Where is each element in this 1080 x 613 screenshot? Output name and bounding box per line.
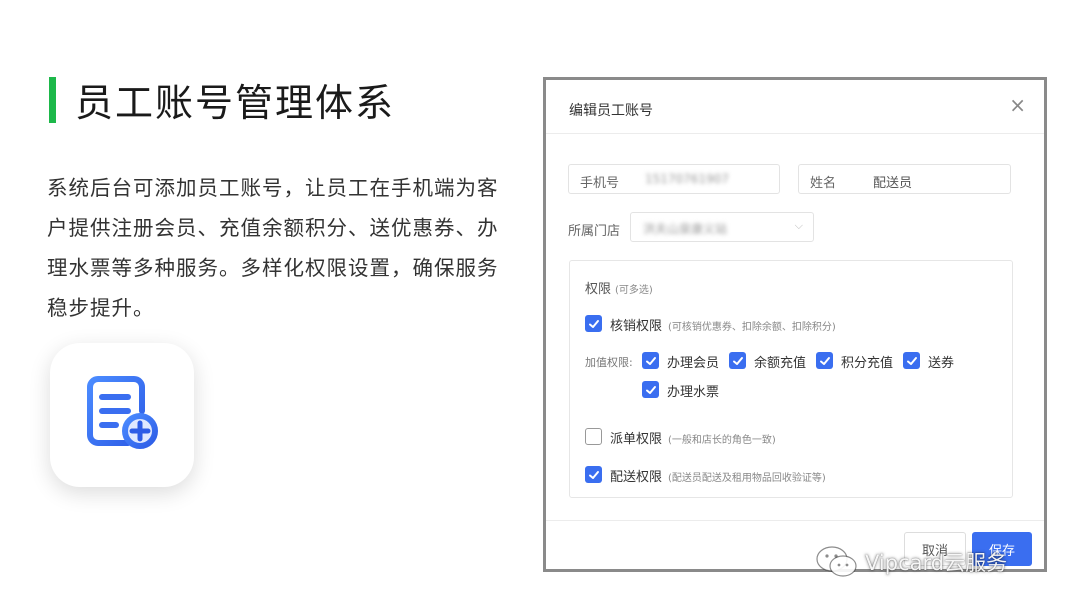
send-coupon-label: 送券 <box>928 356 955 371</box>
delivery-checkbox[interactable] <box>585 466 602 483</box>
check-icon <box>645 356 656 365</box>
watermark: Vipcard云服务 <box>815 544 1007 580</box>
check-icon <box>588 319 599 328</box>
send-coupon-checkbox[interactable] <box>903 352 920 369</box>
writeoff-checkbox[interactable] <box>585 315 602 332</box>
store-select[interactable]: 洪夫山泉康义站 ⌵ <box>630 212 814 242</box>
dialog-header: 编辑员工账号 × <box>546 80 1044 134</box>
dispatch-label: 派单权限 (一般和店长的角色一致) <box>610 432 776 447</box>
check-icon <box>732 356 743 365</box>
phone-label: 手机号 <box>580 176 620 191</box>
name-label: 姓名 <box>810 176 837 191</box>
check-icon <box>819 356 830 365</box>
writeoff-label: 核销权限 (可核销优惠券、扣除余额、扣除积分) <box>610 319 836 334</box>
name-value: 配送员 <box>873 176 913 191</box>
water-ticket-checkbox[interactable] <box>642 381 659 398</box>
wechat-icon <box>816 546 857 577</box>
page-title: 员工账号管理体系 <box>75 81 396 125</box>
delivery-label: 配送权限 (配送员配送及租用物品回收验证等) <box>610 470 826 485</box>
document-add-icon <box>87 376 158 449</box>
check-icon <box>588 470 599 479</box>
points-recharge-label: 积分充值 <box>841 356 894 371</box>
permissions-title: 权限 (可多选) <box>585 282 653 297</box>
name-field[interactable]: 姓名 配送员 <box>798 164 1011 194</box>
edit-staff-dialog: 编辑员工账号 × 手机号 15170761907 姓名 配送员 所属门店 洪夫山… <box>543 77 1047 572</box>
membership-label: 办理会员 <box>667 356 720 371</box>
chevron-down-icon: ⌵ <box>794 219 803 232</box>
phone-value: 15170761907 <box>645 172 729 186</box>
watermark-text: Vipcard云服务 <box>865 551 1008 575</box>
close-icon[interactable]: × <box>1009 95 1026 115</box>
balance-recharge-label: 余额充值 <box>754 356 807 371</box>
balance-recharge-checkbox[interactable] <box>729 352 746 369</box>
dispatch-checkbox[interactable] <box>585 428 602 445</box>
points-recharge-checkbox[interactable] <box>816 352 833 369</box>
feature-description: 系统后台可添加员工账号，让员工在手机端为客户提供注册会员、充值余额积分、送优惠券… <box>47 176 499 320</box>
section-heading: 员工账号管理体系 <box>49 72 395 127</box>
app-icon-card <box>50 343 194 487</box>
water-ticket-label: 办理水票 <box>667 385 720 400</box>
check-icon <box>906 356 917 365</box>
dialog-title: 编辑员工账号 <box>569 103 653 119</box>
title-accent-bar <box>49 76 56 123</box>
permissions-panel: 权限 (可多选) 核销权限 (可核销优惠券、扣除余额、扣除积分) 加值权限: 办理会… <box>569 260 1013 498</box>
add-value-label: 加值权限: <box>585 356 633 369</box>
store-value: 洪夫山泉康义站 <box>643 222 728 236</box>
store-label: 所属门店 <box>568 224 621 239</box>
membership-checkbox[interactable] <box>642 352 659 369</box>
phone-field[interactable]: 手机号 15170761907 <box>568 164 780 194</box>
footer-divider <box>546 520 1044 521</box>
check-icon <box>645 385 656 394</box>
